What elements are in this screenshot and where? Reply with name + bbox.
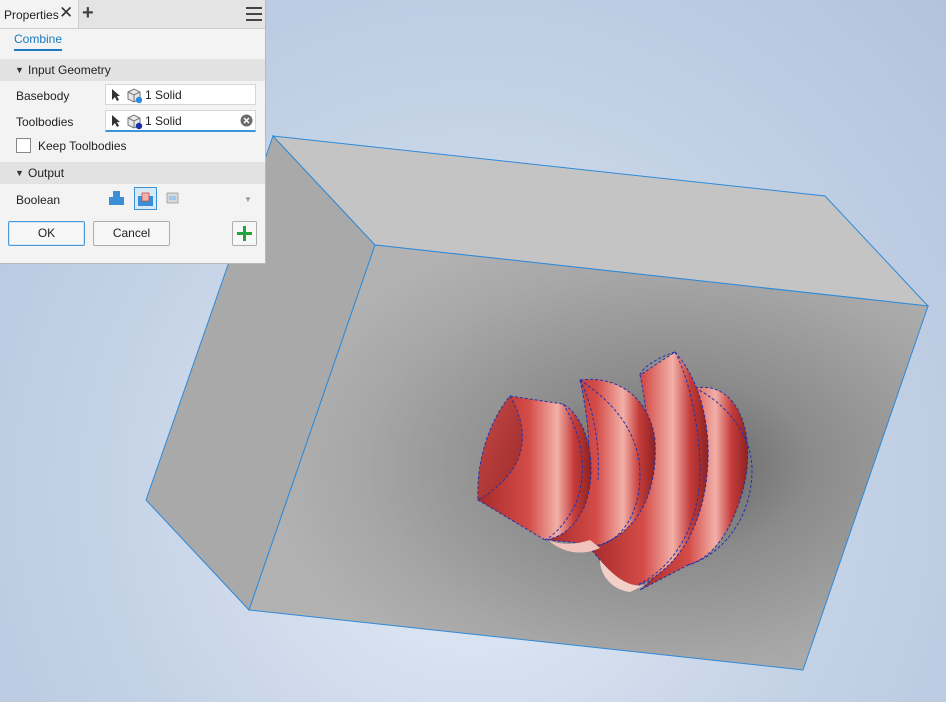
collapse-arrow-icon[interactable]: ▼: [15, 65, 24, 75]
tab-properties[interactable]: Properties ✕: [0, 0, 79, 28]
intersect-button[interactable]: [162, 187, 185, 210]
panel-tab-bar: Properties ✕ +: [0, 0, 265, 29]
select-cursor-icon: [112, 89, 120, 101]
intersect-icon: [166, 192, 179, 204]
toolbodies-label: Toolbodies: [16, 115, 74, 129]
boolean-label: Boolean: [16, 193, 61, 207]
hamburger-menu-icon[interactable]: [246, 7, 262, 21]
section-output[interactable]: ▼ Output: [0, 162, 265, 184]
toolbodies-value: 1 Solid: [145, 114, 182, 128]
properties-panel: Properties ✕ + Combine ▼ Input Geometry …: [0, 0, 266, 264]
toolbodies-selector[interactable]: 1 Solid: [105, 110, 256, 132]
close-icon[interactable]: ✕: [59, 4, 73, 22]
solid-body-icon: [127, 114, 143, 130]
tab-properties-label: Properties: [4, 8, 59, 22]
basebody-value: 1 Solid: [145, 88, 182, 102]
keep-toolbodies-checkbox[interactable]: [16, 138, 31, 153]
clear-selection-icon[interactable]: [240, 114, 253, 127]
cut-icon: [138, 192, 153, 206]
section-input-geometry-title: Input Geometry: [28, 63, 111, 77]
section-output-title: Output: [28, 166, 65, 180]
join-icon: [109, 191, 124, 205]
add-tab-icon[interactable]: +: [82, 3, 94, 23]
collapse-arrow-icon[interactable]: ▼: [15, 168, 24, 178]
basebody-label: Basebody: [16, 89, 70, 103]
join-button[interactable]: [106, 187, 129, 210]
select-cursor-icon: [112, 115, 120, 127]
section-input-geometry[interactable]: ▼ Input Geometry: [0, 59, 265, 81]
ok-button[interactable]: OK: [8, 221, 85, 246]
graphics-viewport[interactable]: Properties ✕ + Combine ▼ Input Geometry …: [0, 0, 946, 702]
solid-body-icon: [127, 88, 143, 104]
cancel-button[interactable]: Cancel: [93, 221, 170, 246]
basebody-selector[interactable]: 1 Solid: [105, 84, 256, 105]
cut-button[interactable]: [134, 187, 157, 210]
apply-button[interactable]: [232, 221, 257, 246]
keep-toolbodies-label: Keep Toolbodies: [38, 139, 127, 153]
tab-combine[interactable]: Combine: [14, 32, 63, 51]
plus-icon: [237, 226, 252, 241]
dropdown-arrow-icon[interactable]: ▼: [244, 195, 252, 204]
